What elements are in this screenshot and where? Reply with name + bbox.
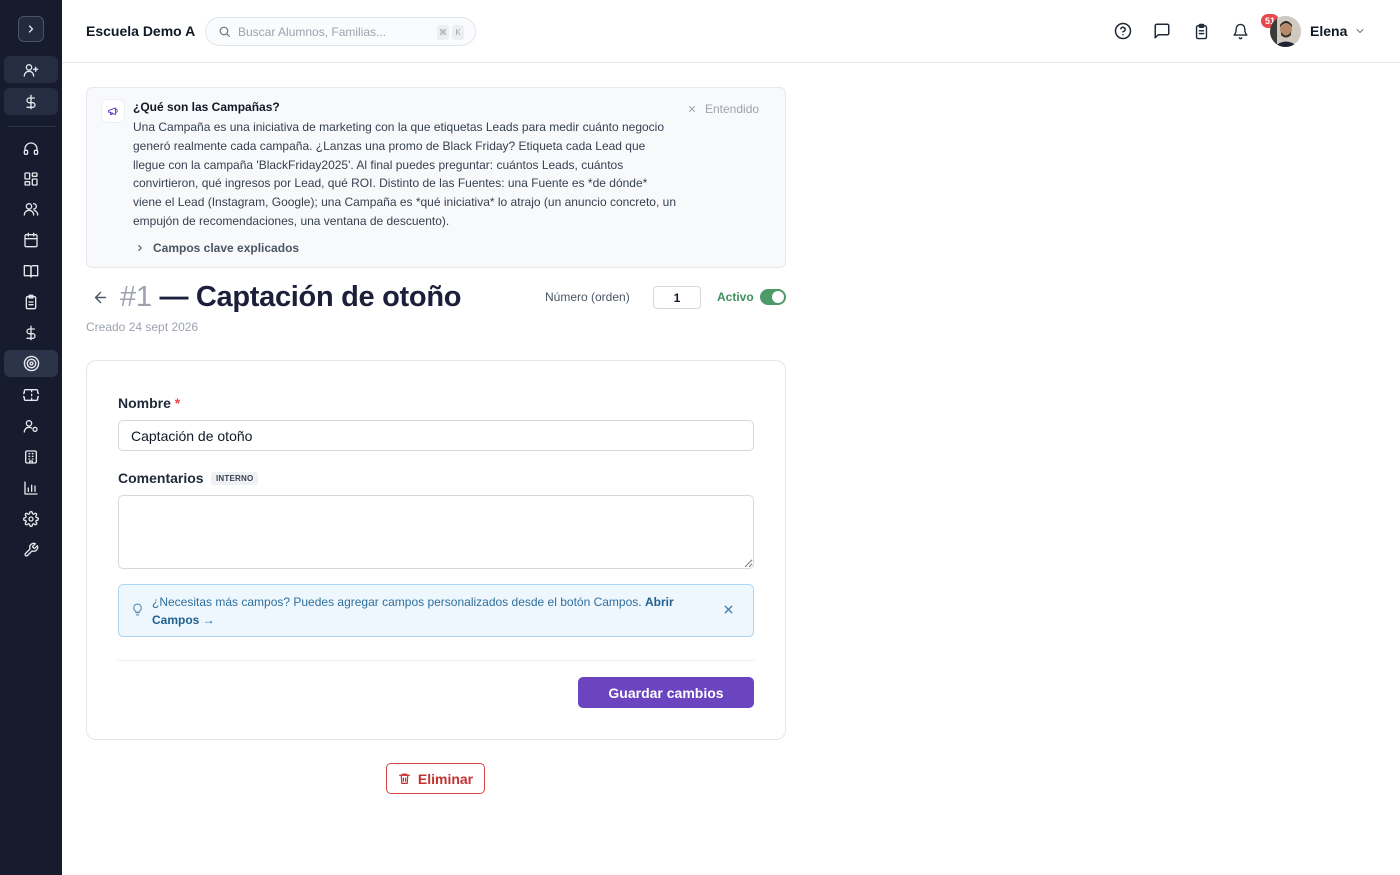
chevron-right-icon	[135, 243, 145, 253]
form-divider	[118, 660, 754, 661]
active-label: Activo	[717, 290, 754, 304]
delete-label: Eliminar	[417, 770, 474, 787]
internal-tag: INTERNO	[211, 472, 259, 485]
gear-icon	[23, 510, 39, 527]
comments-field-label: Comentarios	[118, 470, 204, 486]
required-mark: *	[174, 395, 181, 411]
lightbulb-icon	[131, 603, 144, 616]
info-dismiss-button[interactable]: Entendido	[687, 102, 759, 116]
search-input[interactable]	[238, 24, 428, 39]
ticket-icon	[23, 387, 39, 403]
help-circle-icon	[1114, 22, 1132, 40]
sidebar-item-calendar[interactable]	[4, 226, 58, 253]
sidebar-item-finance[interactable]	[4, 319, 58, 346]
shortcut-key-cmd: ⌘	[437, 25, 449, 40]
sidebar-divider	[8, 126, 56, 127]
chevron-right-icon	[25, 23, 37, 35]
sidebar-item-new-lead[interactable]	[4, 56, 58, 83]
key-fields-expander[interactable]: Campos clave explicados	[135, 241, 299, 255]
campaigns-info-panel: ¿Qué son las Campañas? Una Campaña es un…	[86, 87, 786, 268]
name-input[interactable]	[118, 420, 754, 451]
sidebar-item-support[interactable]	[4, 135, 58, 162]
sidebar-item-dashboard[interactable]	[4, 165, 58, 192]
user-name[interactable]: Elena	[1310, 23, 1347, 39]
hint-message: ¿Necesitas más campos? Puedes agregar ca…	[152, 595, 642, 609]
help-button[interactable]	[1113, 21, 1133, 41]
trash-icon	[398, 772, 411, 785]
page-title: #1 — Captación de otoño	[120, 281, 461, 314]
tasks-button[interactable]	[1191, 21, 1211, 41]
shortcut-key-k: K	[452, 25, 464, 40]
name-label-text: Nombre	[118, 395, 171, 411]
clipboard-icon	[23, 294, 39, 310]
sidebar	[0, 0, 62, 875]
sidebar-item-school[interactable]	[4, 443, 58, 470]
messages-button[interactable]	[1152, 21, 1172, 41]
order-input[interactable]	[653, 286, 701, 309]
dollar-icon	[23, 325, 39, 341]
clipboard-list-icon	[1193, 23, 1210, 40]
book-icon	[23, 263, 39, 279]
info-title: ¿Qué son las Campañas?	[133, 100, 280, 114]
user-settings-icon	[23, 418, 39, 434]
search-box[interactable]: ⌘ K	[205, 17, 476, 46]
message-square-icon	[1153, 22, 1171, 40]
hint-text: ¿Necesitas más campos? Puedes agregar ca…	[152, 594, 712, 629]
active-toggle[interactable]	[760, 289, 786, 305]
dollar-icon	[23, 94, 39, 110]
bar-chart-icon	[23, 480, 39, 496]
sidebar-item-campaigns[interactable]	[4, 350, 58, 377]
custom-fields-hint: ¿Necesitas más campos? Puedes agregar ca…	[118, 584, 754, 637]
campaign-title: — Captación de otoño	[159, 281, 462, 313]
comments-textarea[interactable]	[118, 495, 754, 569]
sidebar-toggle-button[interactable]	[18, 16, 44, 42]
headset-icon	[23, 141, 39, 157]
grid-icon	[23, 171, 39, 187]
sidebar-item-tools[interactable]	[4, 536, 58, 563]
sidebar-item-settings[interactable]	[4, 505, 58, 532]
top-bar: Escuela Demo A ⌘ K 51 Elena	[62, 0, 1400, 63]
sidebar-item-tasks[interactable]	[4, 288, 58, 315]
close-icon	[687, 104, 697, 114]
campaign-number: #1	[120, 281, 152, 313]
order-label: Número (orden)	[545, 290, 630, 304]
key-fields-label: Campos clave explicados	[153, 241, 300, 255]
save-button[interactable]: Guardar cambios	[578, 677, 754, 708]
delete-button[interactable]: Eliminar	[386, 763, 485, 794]
school-name[interactable]: Escuela Demo A	[86, 23, 195, 39]
sidebar-item-staff[interactable]	[4, 412, 58, 439]
sidebar-item-people[interactable]	[4, 195, 58, 222]
created-date: Creado 24 sept 2026	[86, 320, 199, 334]
user-plus-icon	[23, 62, 39, 78]
wrench-icon	[23, 542, 39, 558]
megaphone-icon	[101, 99, 125, 123]
campaign-form-card: Nombre * Comentarios INTERNO ¿Necesitas …	[86, 360, 786, 740]
sidebar-item-payment[interactable]	[4, 88, 58, 115]
info-body: Una Campaña es una iniciativa de marketi…	[133, 120, 676, 228]
sidebar-item-tickets[interactable]	[4, 381, 58, 408]
building-icon	[23, 449, 39, 465]
target-icon	[23, 355, 40, 372]
notifications-button[interactable]	[1230, 21, 1250, 41]
chevron-down-icon[interactable]	[1354, 25, 1366, 37]
search-icon	[218, 25, 231, 38]
name-field-label: Nombre *	[118, 395, 180, 411]
info-dismiss-label: Entendido	[705, 102, 760, 116]
back-arrow-icon[interactable]	[92, 289, 109, 306]
close-icon[interactable]	[722, 603, 735, 616]
users-icon	[23, 201, 39, 217]
bell-icon	[1232, 23, 1249, 40]
sidebar-item-courses[interactable]	[4, 257, 58, 284]
sidebar-item-reports[interactable]	[4, 474, 58, 501]
calendar-icon	[23, 232, 39, 248]
avatar[interactable]	[1270, 16, 1301, 47]
